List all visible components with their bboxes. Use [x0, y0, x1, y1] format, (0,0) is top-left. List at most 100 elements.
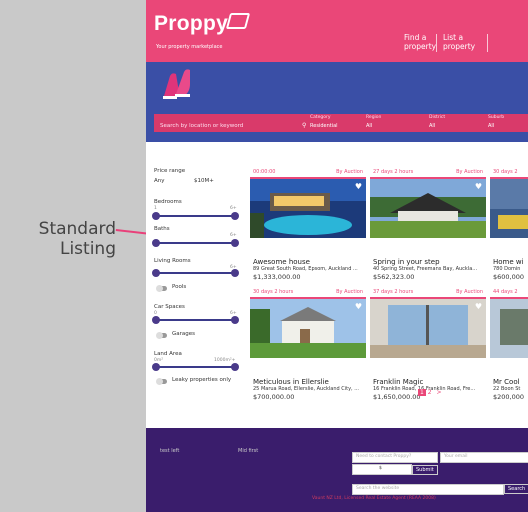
- captcha-input[interactable]: $: [352, 464, 412, 475]
- listing-photo[interactable]: [370, 299, 486, 358]
- page-2-link[interactable]: 2: [428, 389, 432, 396]
- slider-handle[interactable]: [231, 316, 239, 324]
- card-header: 44 days 2: [490, 288, 528, 299]
- garages-toggle[interactable]: [156, 332, 167, 339]
- slider-handle[interactable]: [152, 363, 160, 371]
- bedrooms-slider[interactable]: [152, 212, 239, 220]
- captcha-value: $: [379, 466, 382, 471]
- listing-card[interactable]: 44 days 2: [490, 288, 528, 358]
- suburb-caption: Suburb: [488, 115, 505, 120]
- listing-title[interactable]: Franklin Magic: [373, 378, 483, 386]
- category-select[interactable]: Residential: [310, 123, 338, 129]
- baths-max: 6+: [230, 233, 237, 238]
- listing-card[interactable]: 00:00:00 By Auction ♥: [250, 168, 366, 238]
- card-header: 27 days 2 hours By Auction: [370, 168, 486, 179]
- bedrooms-min: 1: [154, 206, 157, 211]
- living-rooms-slider[interactable]: [152, 269, 239, 277]
- suburb-select[interactable]: All: [488, 123, 494, 129]
- listing-address: 25 Marua Road, Ellerslie, Auckland City,…: [253, 386, 360, 392]
- nav-list-property[interactable]: List a property: [443, 33, 483, 51]
- listing-photo[interactable]: [490, 299, 528, 358]
- favorite-heart-icon[interactable]: ♥: [355, 302, 362, 311]
- footer-column-left: test left: [160, 448, 180, 454]
- logo[interactable]: Proppy: [154, 12, 228, 36]
- card-header: 30 days 2: [490, 168, 528, 179]
- district-caption: District: [429, 115, 446, 120]
- listing-photo[interactable]: [250, 299, 366, 358]
- living-rooms-label: Living Rooms: [154, 258, 191, 264]
- email-input[interactable]: Your email: [440, 452, 528, 463]
- card-header: 37 days 2 hours By Auction: [370, 288, 486, 299]
- listing-card[interactable]: 30 days 2: [490, 168, 528, 238]
- card-header: 00:00:00 By Auction: [250, 168, 366, 179]
- car-spaces-label: Car Spaces: [154, 304, 185, 310]
- site-search-button[interactable]: Search: [504, 484, 528, 494]
- page-1-link[interactable]: 1: [418, 389, 426, 396]
- nav-divider: [487, 34, 488, 52]
- favorite-heart-icon[interactable]: ♥: [355, 182, 362, 191]
- district-select[interactable]: All: [429, 123, 435, 129]
- listing-address: 780 Domin: [493, 266, 521, 272]
- nav-divider: [436, 34, 437, 52]
- favorite-heart-icon[interactable]: ♥: [475, 302, 482, 311]
- slider-handle[interactable]: [152, 316, 160, 324]
- listing-photo[interactable]: [250, 179, 366, 238]
- slider-handle[interactable]: [231, 212, 239, 220]
- email-placeholder: Your email: [444, 454, 468, 459]
- search-input[interactable]: Search by location or keyword: [160, 123, 243, 129]
- listing-title[interactable]: Spring in your step: [373, 258, 483, 266]
- listing-photo[interactable]: [490, 179, 528, 238]
- tagline: Your property marketplace: [156, 44, 223, 50]
- listing-price: $600,000: [493, 273, 525, 281]
- pools-label: Pools: [172, 284, 187, 290]
- slider-handle[interactable]: [231, 239, 239, 247]
- region-select[interactable]: All: [366, 123, 372, 129]
- land-area-slider[interactable]: [152, 363, 239, 371]
- slider-handle[interactable]: [152, 269, 160, 277]
- land-max: 1000m²+: [214, 358, 236, 363]
- time-remaining: 30 days 2: [493, 169, 518, 175]
- pools-toggle[interactable]: [156, 285, 167, 292]
- time-remaining: 27 days 2 hours: [373, 169, 414, 175]
- listing-card[interactable]: 37 days 2 hours By Auction ♥: [370, 288, 486, 358]
- listing-title[interactable]: Mr Cool: [493, 378, 528, 386]
- site-search-input[interactable]: Search the website: [352, 484, 504, 495]
- card-header: 30 days 2 hours By Auction: [250, 288, 366, 299]
- sale-method: By Auction: [336, 289, 363, 295]
- price-range-label: Price range: [154, 168, 186, 174]
- leaky-toggle[interactable]: [156, 378, 167, 385]
- sale-method: By Auction: [456, 169, 483, 175]
- listing-photo[interactable]: [370, 179, 486, 238]
- nav-find-property[interactable]: Find a property: [404, 33, 444, 51]
- listing-title[interactable]: Meticulous in Ellerslie: [253, 378, 363, 386]
- contact-message-input[interactable]: Need to contact Proppy?: [352, 452, 438, 463]
- time-remaining: 30 days 2 hours: [253, 289, 294, 295]
- time-remaining: 37 days 2 hours: [373, 289, 414, 295]
- time-remaining: 44 days 2: [493, 289, 518, 295]
- listing-price: $1,650,000.00: [373, 393, 421, 401]
- slider-handle[interactable]: [152, 239, 160, 247]
- listing-card[interactable]: 30 days 2 hours By Auction ♥: [250, 288, 366, 358]
- site-search-placeholder: Search the website: [356, 486, 400, 491]
- price-min-select[interactable]: Any: [154, 178, 165, 184]
- next-page-arrow[interactable]: >: [437, 389, 442, 396]
- listing-card[interactable]: 27 days 2 hours By Auction ♥: [370, 168, 486, 238]
- listing-price: $1,333,000.00: [253, 273, 301, 281]
- land-area-label: Land Area: [154, 351, 182, 357]
- listing-price: $700,000.00: [253, 393, 295, 401]
- car-spaces-slider[interactable]: [152, 316, 239, 324]
- baths-slider[interactable]: [152, 239, 239, 247]
- slider-handle[interactable]: [152, 212, 160, 220]
- submit-button[interactable]: Submit: [412, 465, 438, 475]
- slider-handle[interactable]: [231, 269, 239, 277]
- search-icon[interactable]: ⚲: [302, 122, 306, 129]
- bedrooms-max: 6+: [230, 206, 237, 211]
- listing-price: $562,323.00: [373, 273, 415, 281]
- listing-title[interactable]: Awesome house: [253, 258, 363, 266]
- favorite-heart-icon[interactable]: ♥: [475, 182, 482, 191]
- price-max-select[interactable]: $10M+: [194, 178, 214, 184]
- copyright: Vaunt NZ Ltd, Licensed Real Estate Agent…: [312, 496, 436, 501]
- listing-title[interactable]: Home wi: [493, 258, 528, 266]
- slider-handle[interactable]: [231, 363, 239, 371]
- sale-method: By Auction: [336, 169, 363, 175]
